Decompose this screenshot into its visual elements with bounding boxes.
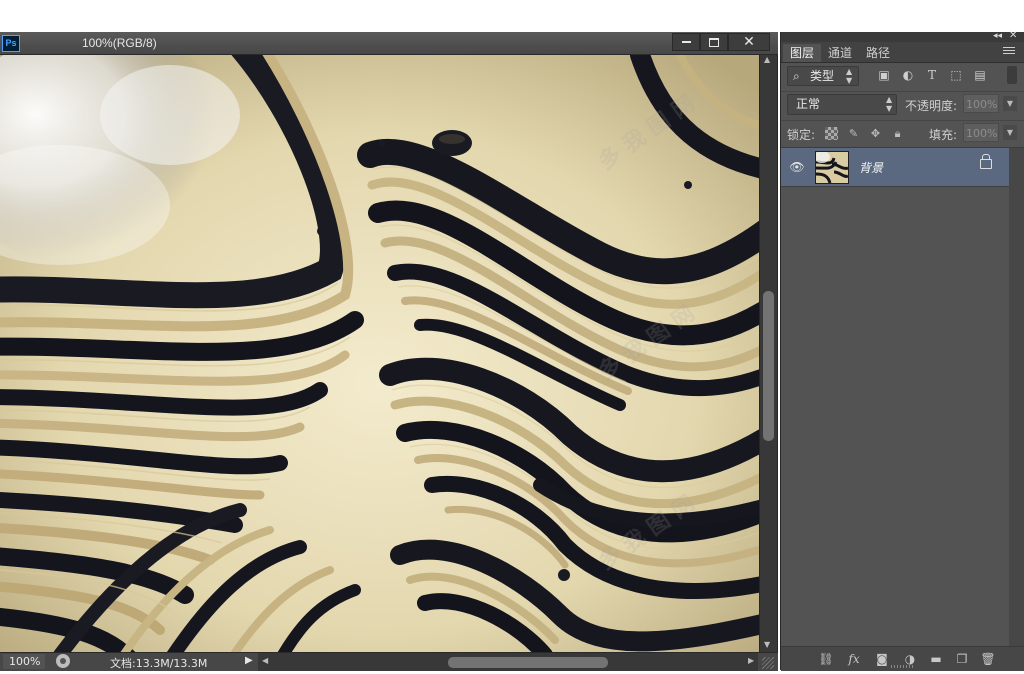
layer-thumbnail[interactable] — [815, 151, 849, 184]
layer-name[interactable]: 背景 — [859, 159, 883, 176]
scroll-up-icon[interactable]: ▲ — [764, 55, 770, 64]
filter-toggle[interactable] — [1007, 66, 1017, 84]
fill-label: 填充: — [929, 128, 958, 142]
collapse-panel-icon[interactable]: ◂◂ — [993, 31, 1002, 41]
select-arrows-icon: ▲ ▼ — [886, 95, 893, 113]
opacity-field[interactable]: 100% — [963, 94, 999, 113]
fill-field[interactable]: 100% — [963, 123, 999, 142]
layers-panel: ◂◂ ✕ 图层 通道 路径 ⌕ 类型 ▲ ▼ ▣ ◐ T ⬚ ▤ 正常 ▲ ▼ 不透… — [780, 30, 1024, 671]
lock-position-icon[interactable]: ✥ — [869, 127, 882, 140]
status-bar: 100% 文档:13.3M/13.3M ▶ ◀ ▶ — [0, 652, 778, 671]
scroll-right-icon[interactable]: ▶ — [748, 656, 754, 665]
trash-icon[interactable]: 🗑︎ — [979, 651, 997, 667]
close-button[interactable]: ✕ — [728, 33, 770, 51]
blend-mode-value: 正常 — [796, 97, 821, 111]
link-layers-icon[interactable]: ⛓ — [817, 651, 835, 667]
panel-resize-grip[interactable] — [891, 665, 915, 668]
document-window: Ps 100%(RGB/8) ✕ ▲ ▼ 100% 文档:13.3M/13.3M… — [0, 32, 778, 671]
layer-filter-row: ⌕ 类型 ▲ ▼ ▣ ◐ T ⬚ ▤ — [781, 63, 1024, 92]
tab-layers[interactable]: 图层 — [783, 44, 822, 62]
tab-channels[interactable]: 通道 — [821, 44, 859, 62]
image-canvas[interactable]: 多 我 图 网 多 我 图 网 多 我 图 网 — [0, 55, 759, 652]
tab-paths[interactable]: 路径 — [859, 44, 897, 62]
eye-visibility-icon[interactable]: 👁︎ — [789, 159, 805, 175]
minimize-button[interactable] — [672, 33, 700, 51]
opacity-label: 不透明度: — [905, 99, 958, 113]
filter-type-label: 类型 — [810, 69, 835, 83]
lock-transparent-pixels-icon[interactable] — [825, 127, 838, 140]
layer-lock-icon — [980, 154, 992, 169]
image-filter-icon[interactable]: ▣ — [877, 68, 891, 82]
panel-close-icon[interactable]: ✕ — [1009, 30, 1017, 41]
add-mask-icon[interactable]: ◙ — [873, 651, 891, 667]
panel-scrollbar[interactable] — [1009, 148, 1024, 648]
lock-row: 锁定: ✎ ✥ 🔒︎ 填充: 100% ▼ — [781, 121, 1024, 148]
minimize-icon — [681, 41, 691, 43]
document-size: 文档:13.3M/13.3M — [110, 657, 208, 670]
document-title-bar[interactable]: Ps 100%(RGB/8) ✕ — [0, 32, 778, 55]
blend-row: 正常 ▲ ▼ 不透明度: 100% ▼ — [781, 92, 1024, 121]
scroll-down-icon[interactable]: ▼ — [764, 640, 770, 649]
canvas-artwork — [0, 55, 759, 652]
document-title: 100%(RGB/8) — [82, 36, 157, 50]
type-filter-icon[interactable]: T — [925, 68, 939, 82]
maximize-button[interactable] — [700, 33, 728, 51]
panel-tabs: 图层 通道 路径 — [781, 42, 1024, 63]
smart-object-filter-icon[interactable]: ▤ — [973, 68, 987, 82]
shape-filter-icon[interactable]: ⬚ — [949, 68, 963, 82]
adjustment-filter-icon[interactable]: ◐ — [901, 68, 915, 82]
vertical-scroll-thumb[interactable] — [763, 291, 774, 441]
horizontal-scrollbar[interactable]: ◀ ▶ — [258, 653, 758, 671]
opacity-dropdown-icon[interactable]: ▼ — [1003, 96, 1017, 111]
photoshop-logo: Ps — [2, 35, 20, 52]
new-layer-icon[interactable]: ❐ — [953, 651, 971, 667]
fill-dropdown-icon[interactable]: ▼ — [1003, 125, 1017, 140]
vertical-scrollbar[interactable]: ▲ ▼ — [760, 55, 777, 652]
lock-image-pixels-icon[interactable]: ✎ — [847, 127, 860, 140]
lock-all-icon[interactable]: 🔒︎ — [891, 127, 904, 140]
panel-footer: ⛓ fx ◙ ◑ ▬ ❐ 🗑︎ — [781, 646, 1024, 671]
layers-list: 👁︎ 背景 — [781, 148, 1009, 648]
status-menu-arrow-icon[interactable]: ▶ — [245, 655, 253, 666]
search-icon: ⌕ — [793, 69, 800, 83]
new-group-folder-icon[interactable]: ▬ — [927, 651, 945, 667]
panel-header[interactable]: ◂◂ ✕ — [781, 30, 1024, 42]
select-arrows-icon: ▲ ▼ — [846, 67, 853, 85]
scroll-left-icon[interactable]: ◀ — [262, 656, 268, 665]
layer-filter-select[interactable]: ⌕ 类型 ▲ ▼ — [787, 66, 859, 86]
lock-label: 锁定: — [787, 128, 816, 142]
layer-row[interactable]: 👁︎ 背景 — [781, 148, 1009, 187]
maximize-icon — [709, 37, 719, 47]
zoom-level-field[interactable]: 100% — [3, 654, 45, 669]
status-info-icon[interactable] — [56, 654, 70, 668]
close-icon: ✕ — [743, 34, 755, 50]
layer-style-fx-icon[interactable]: fx — [845, 651, 863, 667]
layer-thumbnail-image — [816, 152, 848, 183]
horizontal-scroll-thumb[interactable] — [448, 657, 608, 668]
blend-mode-select[interactable]: 正常 ▲ ▼ — [787, 94, 897, 115]
panel-menu-icon[interactable] — [1003, 47, 1015, 55]
resize-grip-icon[interactable] — [762, 657, 774, 669]
